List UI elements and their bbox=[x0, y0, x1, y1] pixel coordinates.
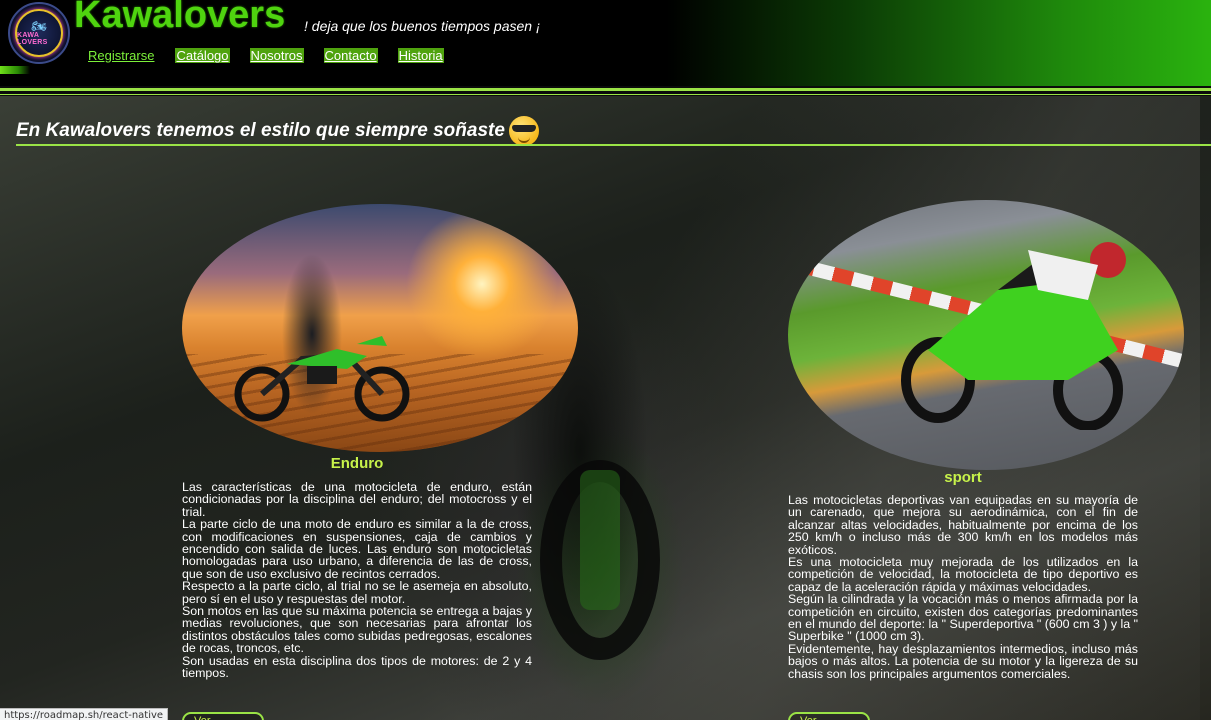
status-bar-url: https://roadmap.sh/react-native bbox=[0, 708, 169, 720]
card-paragraph: La parte ciclo de una moto de enduro es … bbox=[182, 517, 532, 581]
card-text-enduro: Las características de una motocicleta d… bbox=[182, 481, 532, 707]
sport-bike-illustration bbox=[901, 242, 1126, 430]
brand-name: Kawalovers bbox=[74, 0, 286, 36]
card-paragraph: Las características de una motocicleta d… bbox=[182, 481, 532, 519]
header-divider-thin bbox=[0, 94, 1211, 95]
smiling-face-with-sunglasses-icon bbox=[508, 116, 539, 146]
logo-ring: 🏍 KAWA LOVERS bbox=[15, 9, 63, 57]
card-title-enduro: Enduro bbox=[330, 455, 384, 472]
card-text-sport: Las motocicletas deportivas van equipada… bbox=[788, 494, 1138, 708]
nav-link-nosotros[interactable]: Nosotros bbox=[249, 48, 304, 63]
card-paragraph: Respecto a la parte ciclo, al trial no s… bbox=[182, 579, 532, 606]
page-title: En Kawalovers tenemos el estilo que siem… bbox=[16, 116, 539, 146]
logo-text: KAWA LOVERS bbox=[17, 32, 48, 46]
enduro-photo bbox=[182, 204, 578, 452]
card-paragraph: Evidentemente, hay desplazamientos inter… bbox=[788, 641, 1138, 681]
nav-link-contacto[interactable]: Contacto bbox=[323, 48, 378, 63]
logo[interactable]: 🏍 KAWA LOVERS bbox=[8, 2, 70, 64]
sport-photo bbox=[788, 200, 1184, 470]
nav-link-historia[interactable]: Historia bbox=[397, 48, 444, 63]
card-paragraph: Son usadas en esta disciplina dos tipos … bbox=[182, 653, 532, 681]
nav-link-catalogo[interactable]: Catálogo bbox=[175, 48, 230, 63]
card-paragraph: Las motocicletas deportivas van equipada… bbox=[788, 494, 1138, 557]
card-title-sport: sport bbox=[944, 469, 982, 486]
title-divider bbox=[16, 144, 1211, 146]
header-divider bbox=[0, 88, 1211, 91]
main-nav: Registrarse Catálogo Nosotros Contacto H… bbox=[87, 48, 464, 63]
dirt-bike-illustration bbox=[234, 336, 410, 422]
motorcycle-icon: 🏍 bbox=[31, 19, 47, 33]
card-paragraph: Son motos en las que su máxima potencia … bbox=[182, 604, 532, 656]
card-paragraph: Es una motocicleta muy mejorada de los u… bbox=[788, 555, 1138, 594]
catalog-button-enduro[interactable]: Ver Catálogo bbox=[182, 712, 264, 720]
nav-link-registrarse[interactable]: Registrarse bbox=[87, 48, 155, 63]
corner-accent bbox=[0, 66, 30, 74]
page-title-text: En Kawalovers tenemos el estilo que siem… bbox=[16, 120, 505, 141]
slogan: ! deja que los buenos tiempos pasen ¡ bbox=[304, 18, 541, 34]
catalog-button-sport[interactable]: Ver Catálogo bbox=[788, 712, 870, 720]
card-paragraph: Según la cilindrada y la vocación más o … bbox=[788, 592, 1138, 644]
site-header: 🏍 KAWA LOVERS Kawalovers ! deja que los … bbox=[0, 0, 1211, 86]
background-fairing bbox=[580, 470, 620, 610]
